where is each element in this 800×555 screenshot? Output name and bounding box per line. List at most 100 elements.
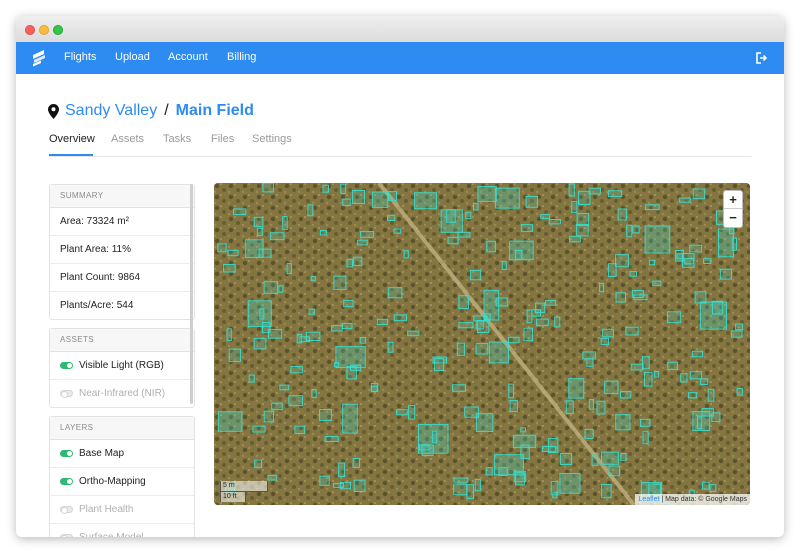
app-logo-icon[interactable]: [32, 49, 46, 67]
main-content: Sandy Valley / Main Field Overview Asset…: [16, 74, 784, 537]
asset-item-rgb[interactable]: Visible Light (RGB): [50, 352, 194, 380]
plant-detection-box: [324, 436, 339, 443]
plant-detection-box: [667, 311, 682, 324]
tab-settings[interactable]: Settings: [252, 133, 292, 145]
asset-item-nir[interactable]: Near-Infrared (NIR): [50, 380, 194, 407]
plant-detection-box: [652, 280, 662, 286]
plant-detection-box: [684, 258, 695, 265]
map-view[interactable]: + − 5 m 10 ft Leaflet | Map data: © Goog…: [214, 183, 750, 505]
leaflet-link[interactable]: Leaflet: [638, 496, 659, 503]
plant-detection-box: [588, 187, 601, 195]
plant-detection-box: [626, 224, 633, 238]
plant-detection-box: [568, 378, 585, 399]
plant-detection-box: [719, 268, 732, 280]
plant-detection-box: [599, 282, 605, 293]
maximize-window-icon[interactable]: [53, 25, 63, 35]
plant-detection-box: [494, 187, 520, 209]
layer-item-surface-model[interactable]: Surface Model: [50, 524, 194, 537]
asset-item-label: Visible Light (RGB): [79, 360, 164, 371]
plant-detection-box: [632, 225, 640, 234]
plant-detection-box: [485, 467, 493, 476]
tab-assets[interactable]: Assets: [111, 133, 144, 145]
plant-detection-box: [604, 380, 619, 395]
window-titlebar: [16, 16, 784, 43]
zoom-in-button[interactable]: +: [724, 191, 742, 209]
plant-detection-box: [648, 259, 655, 266]
plant-detection-box: [477, 186, 497, 202]
plant-detection-box: [600, 337, 610, 346]
plant-detection-box: [509, 400, 518, 413]
plant-detection-box: [588, 399, 595, 410]
plant-detection-box: [282, 216, 288, 230]
plant-detection-box: [565, 400, 574, 415]
plant-detection-box: [263, 281, 279, 294]
plant-detection-box: [305, 331, 321, 342]
plant-detection-box: [559, 472, 581, 494]
layer-base-map-toggle[interactable]: [60, 450, 73, 457]
summary-panel: SUMMARY Area: 73324 m² Plant Area: 11% P…: [49, 184, 195, 320]
scale-feet: 10 ft: [220, 491, 246, 502]
plant-detection-box: [248, 374, 255, 383]
aerial-imagery[interactable]: [214, 183, 750, 505]
nav-flights[interactable]: Flights: [64, 51, 96, 63]
asset-nir-toggle[interactable]: [60, 390, 73, 398]
layer-surface-model-toggle[interactable]: [60, 534, 73, 537]
close-window-icon[interactable]: [25, 25, 35, 35]
sidebar-scrollbar[interactable]: [190, 184, 193, 404]
plant-detection-box: [703, 258, 712, 264]
plant-detection-box: [434, 358, 445, 372]
logout-icon[interactable]: [756, 52, 768, 64]
plant-detection-box: [267, 328, 283, 339]
nav-upload[interactable]: Upload: [115, 51, 150, 63]
nav-billing[interactable]: Billing: [227, 51, 256, 63]
layer-item-label: Base Map: [79, 448, 125, 459]
assets-panel: ASSETS Visible Light (RGB) Near-Infrared…: [49, 328, 195, 408]
layer-item-ortho-mapping[interactable]: Ortho-Mapping: [50, 468, 194, 496]
plant-detection-box: [387, 214, 396, 221]
plant-detection-box: [601, 484, 612, 499]
plant-detection-box: [476, 320, 490, 333]
plant-detection-box: [586, 358, 594, 367]
tab-files[interactable]: Files: [211, 133, 234, 145]
plant-detection-box: [501, 260, 507, 271]
plant-detection-box: [608, 263, 617, 277]
plant-detection-box: [644, 204, 660, 211]
plant-detection-box: [458, 295, 469, 310]
plant-detection-box: [371, 191, 389, 208]
minimize-window-icon[interactable]: [39, 25, 49, 35]
plant-detection-box: [513, 470, 527, 483]
plant-detection-box: [271, 402, 283, 411]
plant-detection-box: [294, 425, 305, 434]
breadcrumb: Sandy Valley / Main Field: [48, 100, 254, 122]
plant-detection-box: [620, 453, 627, 461]
plant-detection-box: [607, 190, 623, 198]
tab-bar: Overview Assets Tasks Files Settings: [49, 129, 751, 157]
breadcrumb-parent-link[interactable]: Sandy Valley: [65, 102, 157, 120]
plant-detection-box: [352, 190, 365, 204]
nav-account[interactable]: Account: [168, 51, 208, 63]
tab-overview[interactable]: Overview: [49, 133, 95, 145]
tab-tasks[interactable]: Tasks: [163, 133, 191, 145]
plant-detection-box: [465, 211, 472, 220]
plant-detection-box: [311, 389, 317, 398]
plant-detection-box: [700, 378, 709, 385]
plant-detection-box: [286, 263, 292, 275]
plant-detection-box: [352, 256, 363, 267]
zoom-out-button[interactable]: −: [724, 209, 742, 227]
plant-detection-box: [689, 371, 703, 380]
asset-rgb-toggle[interactable]: [60, 362, 73, 369]
plant-detection-box: [688, 392, 698, 399]
plant-detection-box: [507, 336, 520, 344]
plant-detection-box: [584, 428, 594, 439]
plant-detection-box: [523, 327, 533, 342]
plant-detection-box: [267, 474, 277, 481]
plant-detection-box: [520, 224, 533, 232]
layer-item-base-map[interactable]: Base Map: [50, 440, 194, 468]
layer-item-plant-health[interactable]: Plant Health: [50, 496, 194, 524]
asset-item-label: Near-Infrared (NIR): [79, 388, 166, 399]
plant-detection-box: [676, 253, 684, 260]
layer-plant-health-toggle[interactable]: [60, 506, 73, 514]
plant-detection-box: [550, 481, 559, 496]
plant-detection-box: [308, 308, 315, 315]
layer-ortho-mapping-toggle[interactable]: [60, 478, 73, 485]
